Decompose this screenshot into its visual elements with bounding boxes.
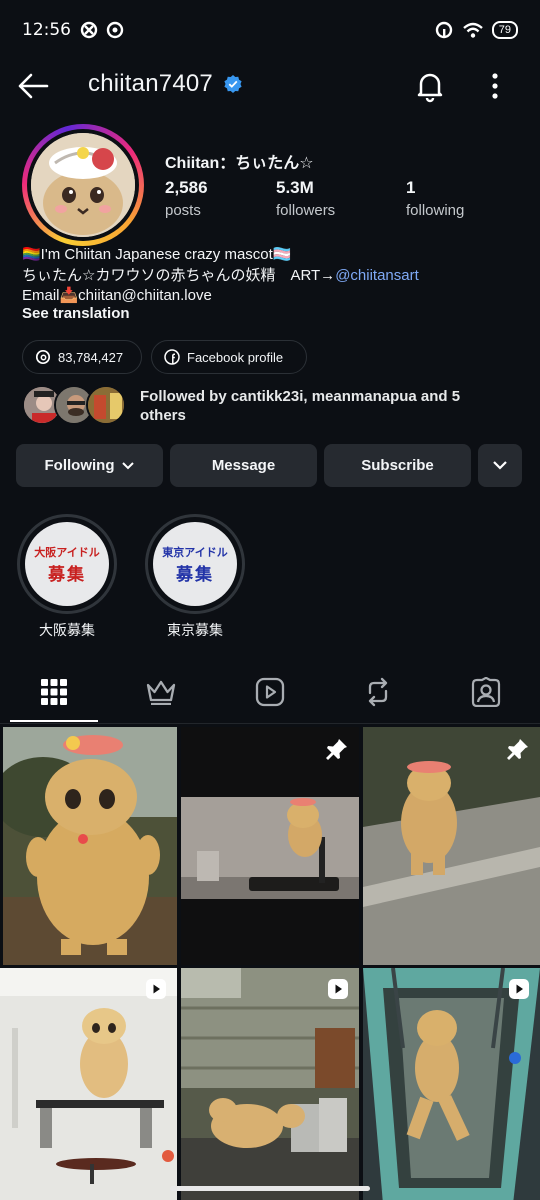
followed-by-text: Followed by cantikk23i, meanmanapua and … bbox=[140, 388, 461, 424]
facebook-profile-label: Facebook profile bbox=[187, 349, 284, 365]
highlight-label: 東京募集 bbox=[167, 622, 223, 638]
wifi-icon bbox=[462, 22, 483, 38]
notification-bell-icon[interactable] bbox=[412, 68, 448, 104]
bio-art-link[interactable]: @chiitansart bbox=[335, 267, 419, 284]
post-thumbnail[interactable] bbox=[363, 727, 540, 965]
facebook-icon bbox=[164, 349, 180, 365]
threads-icon bbox=[35, 349, 51, 365]
following-label: following bbox=[406, 202, 465, 219]
highlight-cover: 大阪アイドル 募集 bbox=[25, 522, 109, 606]
following-stat[interactable]: 1 following bbox=[406, 178, 464, 219]
see-translation-link[interactable]: See translation bbox=[22, 305, 130, 322]
tab-reposts[interactable] bbox=[358, 672, 398, 712]
tab-tagged[interactable] bbox=[466, 672, 506, 712]
suggested-accounts-button[interactable] bbox=[478, 444, 522, 487]
followers-stat[interactable]: 5.3M followers bbox=[276, 178, 335, 219]
status-bar: 12:56 79 bbox=[0, 0, 540, 60]
following-count: 1 bbox=[406, 178, 416, 197]
followers-label: followers bbox=[276, 202, 336, 219]
reposts-icon bbox=[368, 677, 388, 707]
bio-line-2: ちぃたん☆カワウソの赤ちゃんの妖精 ART→@chiitansart bbox=[22, 266, 522, 287]
tagged-person-icon bbox=[471, 677, 501, 707]
highlight-cover: 東京アイドル 募集 bbox=[153, 522, 237, 606]
pinned-icon bbox=[326, 739, 347, 760]
followed-by[interactable]: Followed by cantikk23i, meanmanapua and … bbox=[22, 384, 522, 428]
profile-stats: 2,586 posts 5.3M followers 1 following bbox=[165, 178, 515, 228]
bio-line-1: 🏳️‍🌈I'm Chiitan Japanese crazy mascot🏳️‍… bbox=[22, 246, 292, 263]
subscribe-button[interactable]: Subscribe bbox=[324, 444, 471, 487]
more-options-icon[interactable] bbox=[484, 70, 506, 102]
battery-indicator: 79 bbox=[491, 21, 518, 39]
profile-avatar-story-ring[interactable] bbox=[22, 124, 144, 246]
bio-line-2-text: ちぃたん☆カワウソの赤ちゃんの妖精 ART→ bbox=[22, 266, 336, 284]
subscribe-button-label: Subscribe bbox=[361, 457, 434, 474]
hotspot-icon bbox=[435, 21, 452, 39]
username-title: chiitan7407 bbox=[88, 70, 243, 98]
posts-label: posts bbox=[165, 202, 201, 219]
no-sim-icon bbox=[80, 21, 98, 39]
post-thumbnail[interactable] bbox=[363, 968, 540, 1200]
tab-reels[interactable] bbox=[250, 672, 290, 712]
display-name: Chiitan：ちぃたん☆ bbox=[165, 155, 314, 172]
active-tab-indicator bbox=[10, 720, 98, 722]
highlight-cover-line2: 募集 bbox=[48, 564, 86, 585]
crown-icon bbox=[146, 680, 176, 705]
posts-count: 2,586 bbox=[165, 178, 208, 197]
bio-line-3: Email📥chiitan@chiitan.love bbox=[22, 287, 212, 304]
reel-icon bbox=[328, 979, 348, 999]
post-thumbnail[interactable] bbox=[181, 968, 359, 1200]
pinned-icon bbox=[507, 739, 528, 760]
post-thumbnail[interactable] bbox=[181, 727, 359, 965]
gesture-home-bar[interactable] bbox=[170, 1186, 370, 1191]
chevron-down-icon bbox=[493, 461, 507, 470]
story-highlight-osaka[interactable]: 大阪アイドル 募集 大阪募集 bbox=[17, 514, 117, 640]
post-thumbnail[interactable] bbox=[3, 727, 177, 965]
chevron-down-icon bbox=[122, 461, 135, 469]
grid-icon bbox=[41, 679, 67, 705]
reel-icon bbox=[146, 979, 166, 999]
facebook-profile-chip[interactable]: Facebook profile bbox=[151, 340, 307, 374]
highlight-cover-line1: 大阪アイドル bbox=[34, 545, 100, 559]
following-button-label: Following bbox=[44, 457, 115, 474]
message-button-label: Message bbox=[211, 457, 276, 474]
back-arrow-icon[interactable] bbox=[16, 70, 50, 102]
tabs-divider bbox=[0, 723, 540, 724]
posts-stat[interactable]: 2,586 posts bbox=[165, 178, 208, 219]
story-highlight-tokyo[interactable]: 東京アイドル 募集 東京募集 bbox=[145, 514, 245, 640]
message-button[interactable]: Message bbox=[170, 444, 317, 487]
highlight-label: 大阪募集 bbox=[39, 622, 95, 638]
threads-chip[interactable]: 83,784,427 bbox=[22, 340, 142, 374]
followers-count: 5.3M bbox=[276, 178, 314, 197]
bio: 🏳️‍🌈I'm Chiitan Japanese crazy mascot🏳️‍… bbox=[22, 245, 522, 307]
status-time: 12:56 bbox=[22, 20, 71, 40]
username-text: chiitan7407 bbox=[88, 70, 213, 97]
highlight-cover-line2: 募集 bbox=[176, 564, 214, 585]
reels-icon bbox=[255, 677, 285, 707]
following-button[interactable]: Following bbox=[16, 444, 163, 487]
highlight-cover-line1: 東京アイドル bbox=[162, 545, 228, 559]
follower-avatar bbox=[86, 385, 126, 425]
profile-tabs bbox=[0, 662, 540, 724]
tab-subscriber-content[interactable] bbox=[141, 672, 181, 712]
threads-count: 83,784,427 bbox=[58, 349, 124, 365]
avatar bbox=[31, 133, 135, 237]
verified-badge-icon bbox=[224, 75, 242, 93]
tab-posts-grid[interactable] bbox=[34, 672, 74, 712]
reel-icon bbox=[509, 979, 529, 999]
post-thumbnail[interactable] bbox=[0, 968, 177, 1200]
sync-icon bbox=[106, 21, 124, 39]
profile-header: chiitan7407 bbox=[0, 60, 540, 112]
